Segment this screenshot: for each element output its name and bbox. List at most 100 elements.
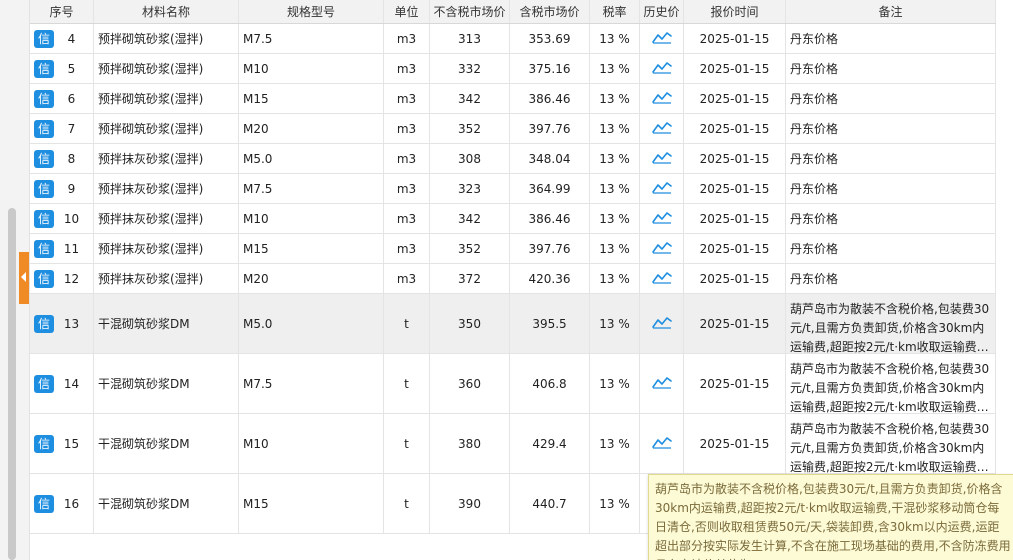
line-chart-icon[interactable]: [651, 375, 672, 392]
line-chart-icon[interactable]: [651, 60, 672, 77]
info-badge[interactable]: 信: [34, 239, 54, 258]
rate-cell: 13 %: [590, 414, 640, 473]
rate-cell: 13 %: [590, 204, 640, 233]
header-price-tax[interactable]: 含税市场价: [510, 0, 590, 23]
left-gutter: [0, 0, 30, 560]
name-cell: 干混砌筑砂浆DM: [94, 474, 239, 533]
unit-cell: t: [384, 354, 430, 413]
table-row[interactable]: 信 4 预拌砌筑砂浆(湿拌) M7.5 m3 313 353.69 13 % 2025-01-1…: [30, 24, 996, 54]
table-row[interactable]: 信 8 预拌抹灰砂浆(湿拌) M5.0 m3 308 348.04 13 % 2025-01-1…: [30, 144, 996, 174]
history-cell: [640, 354, 684, 413]
table-row[interactable]: 信 12 预拌抹灰砂浆(湿拌) M20 m3 372 420.36 13 % 2025-01-1…: [30, 264, 996, 294]
table-row[interactable]: 信 13 干混砌筑砂浆DM M5.0 t 350 395.5 13 % 2025-01-15 葫芦…: [30, 294, 996, 354]
history-cell: [640, 144, 684, 173]
header-spec[interactable]: 规格型号: [239, 0, 384, 23]
note-cell: 丹东价格: [786, 204, 996, 233]
history-cell: [640, 54, 684, 83]
rate-cell: 13 %: [590, 474, 640, 533]
info-badge[interactable]: 信: [34, 269, 54, 288]
info-badge[interactable]: 信: [34, 434, 54, 453]
header-price-notax[interactable]: 不含税市场价: [430, 0, 510, 23]
info-badge[interactable]: 信: [34, 59, 54, 78]
note-tooltip: 葫芦岛市为散装不含税价格,包装费30元/t,且需方负责卸货,价格含30km内运输…: [648, 474, 1013, 560]
header-seq[interactable]: 序号: [30, 0, 94, 23]
spec-cell: M15: [239, 234, 384, 263]
price-notax-cell: 360: [430, 354, 510, 413]
seq-cell: 信7: [30, 114, 94, 143]
header-unit[interactable]: 单位: [384, 0, 430, 23]
note-text: 丹东价格: [790, 32, 839, 46]
line-chart-icon[interactable]: [651, 315, 672, 332]
line-chart-icon[interactable]: [651, 90, 672, 107]
note-text: 丹东价格: [790, 182, 839, 196]
date-cell: 2025-01-15: [684, 84, 786, 113]
spec-cell: M7.5: [239, 24, 384, 53]
spec-cell: M7.5: [239, 354, 384, 413]
info-badge[interactable]: 信: [34, 89, 54, 108]
name-cell: 预拌抹灰砂浆(湿拌): [94, 264, 239, 293]
unit-cell: m3: [384, 24, 430, 53]
line-chart-icon[interactable]: [651, 240, 672, 257]
note-cell: 葫芦岛市为散装不含税价格,包装费30元/t,且需方负责卸货,价格含30km内运输…: [786, 414, 996, 473]
price-notax-cell: 350: [430, 294, 510, 353]
info-badge[interactable]: 信: [34, 149, 54, 168]
history-cell: [640, 114, 684, 143]
info-badge[interactable]: 信: [34, 314, 54, 333]
line-chart-icon[interactable]: [651, 180, 672, 197]
line-chart-icon[interactable]: [651, 30, 672, 47]
header-history[interactable]: 历史价: [640, 0, 684, 23]
note-text: 丹东价格: [790, 152, 839, 166]
unit-cell: m3: [384, 264, 430, 293]
rate-cell: 13 %: [590, 294, 640, 353]
spec-cell: M20: [239, 114, 384, 143]
seq-cell: 信 16: [30, 474, 94, 533]
info-badge[interactable]: 信: [34, 209, 54, 228]
table-row[interactable]: 信 15 干混砌筑砂浆DM M10 t 380 429.4 13 % 2025-01-15 葫芦岛…: [30, 414, 996, 474]
seq-cell: 信6: [30, 84, 94, 113]
seq-cell: 信4: [30, 24, 94, 53]
line-chart-icon[interactable]: [651, 210, 672, 227]
table-row[interactable]: 信 14 干混砌筑砂浆DM M7.5 t 360 406.8 13 % 2025-01-15 葫芦…: [30, 354, 996, 414]
collapse-panel-handle[interactable]: [19, 252, 29, 304]
info-badge[interactable]: 信: [34, 29, 54, 48]
date-cell: 2025-01-15: [684, 24, 786, 53]
header-note[interactable]: 备注: [786, 0, 996, 23]
price-tax-cell: 397.76: [510, 114, 590, 143]
line-chart-icon[interactable]: [651, 270, 672, 287]
header-name[interactable]: 材料名称: [94, 0, 239, 23]
seq-cell: 信9: [30, 174, 94, 203]
seq-number: 16: [63, 496, 80, 511]
line-chart-icon[interactable]: [651, 150, 672, 167]
line-chart-icon[interactable]: [651, 120, 672, 137]
note-text: 丹东价格: [790, 92, 839, 106]
seq-cell: 信 12: [30, 264, 94, 293]
spec-cell: M7.5: [239, 174, 384, 203]
table-row[interactable]: 信 10 预拌抹灰砂浆(湿拌) M10 m3 342 386.46 13 % 2025-01-1…: [30, 204, 996, 234]
info-badge[interactable]: 信: [34, 494, 54, 513]
table-row[interactable]: 信 7 预拌砌筑砂浆(湿拌) M20 m3 352 397.76 13 % 2025-01-15…: [30, 114, 996, 144]
price-tax-cell: 395.5: [510, 294, 590, 353]
note-cell: 丹东价格: [786, 84, 996, 113]
unit-cell: m3: [384, 234, 430, 263]
line-chart-icon[interactable]: [651, 435, 672, 452]
seq-number: 8: [67, 151, 76, 166]
price-notax-cell: 342: [430, 84, 510, 113]
info-badge[interactable]: 信: [34, 119, 54, 138]
info-badge[interactable]: 信: [34, 374, 54, 393]
name-cell: 干混砌筑砂浆DM: [94, 294, 239, 353]
seq-number: 11: [63, 241, 80, 256]
table-row[interactable]: 信 11 预拌抹灰砂浆(湿拌) M15 m3 352 397.76 13 % 2025-01-1…: [30, 234, 996, 264]
info-badge[interactable]: 信: [34, 179, 54, 198]
seq-number: 4: [67, 31, 76, 46]
header-rate[interactable]: 税率: [590, 0, 640, 23]
date-cell: 2025-01-15: [684, 294, 786, 353]
rate-cell: 13 %: [590, 174, 640, 203]
name-cell: 干混砌筑砂浆DM: [94, 414, 239, 473]
header-date[interactable]: 报价时间: [684, 0, 786, 23]
price-notax-cell: 352: [430, 234, 510, 263]
rate-cell: 13 %: [590, 24, 640, 53]
vertical-scrollbar[interactable]: [8, 208, 16, 560]
table-row[interactable]: 信 9 预拌抹灰砂浆(湿拌) M7.5 m3 323 364.99 13 % 2025-01-1…: [30, 174, 996, 204]
table-row[interactable]: 信 6 预拌砌筑砂浆(湿拌) M15 m3 342 386.46 13 % 2025-01-15…: [30, 84, 996, 114]
table-row[interactable]: 信 5 预拌砌筑砂浆(湿拌) M10 m3 332 375.16 13 % 2025-01-15…: [30, 54, 996, 84]
